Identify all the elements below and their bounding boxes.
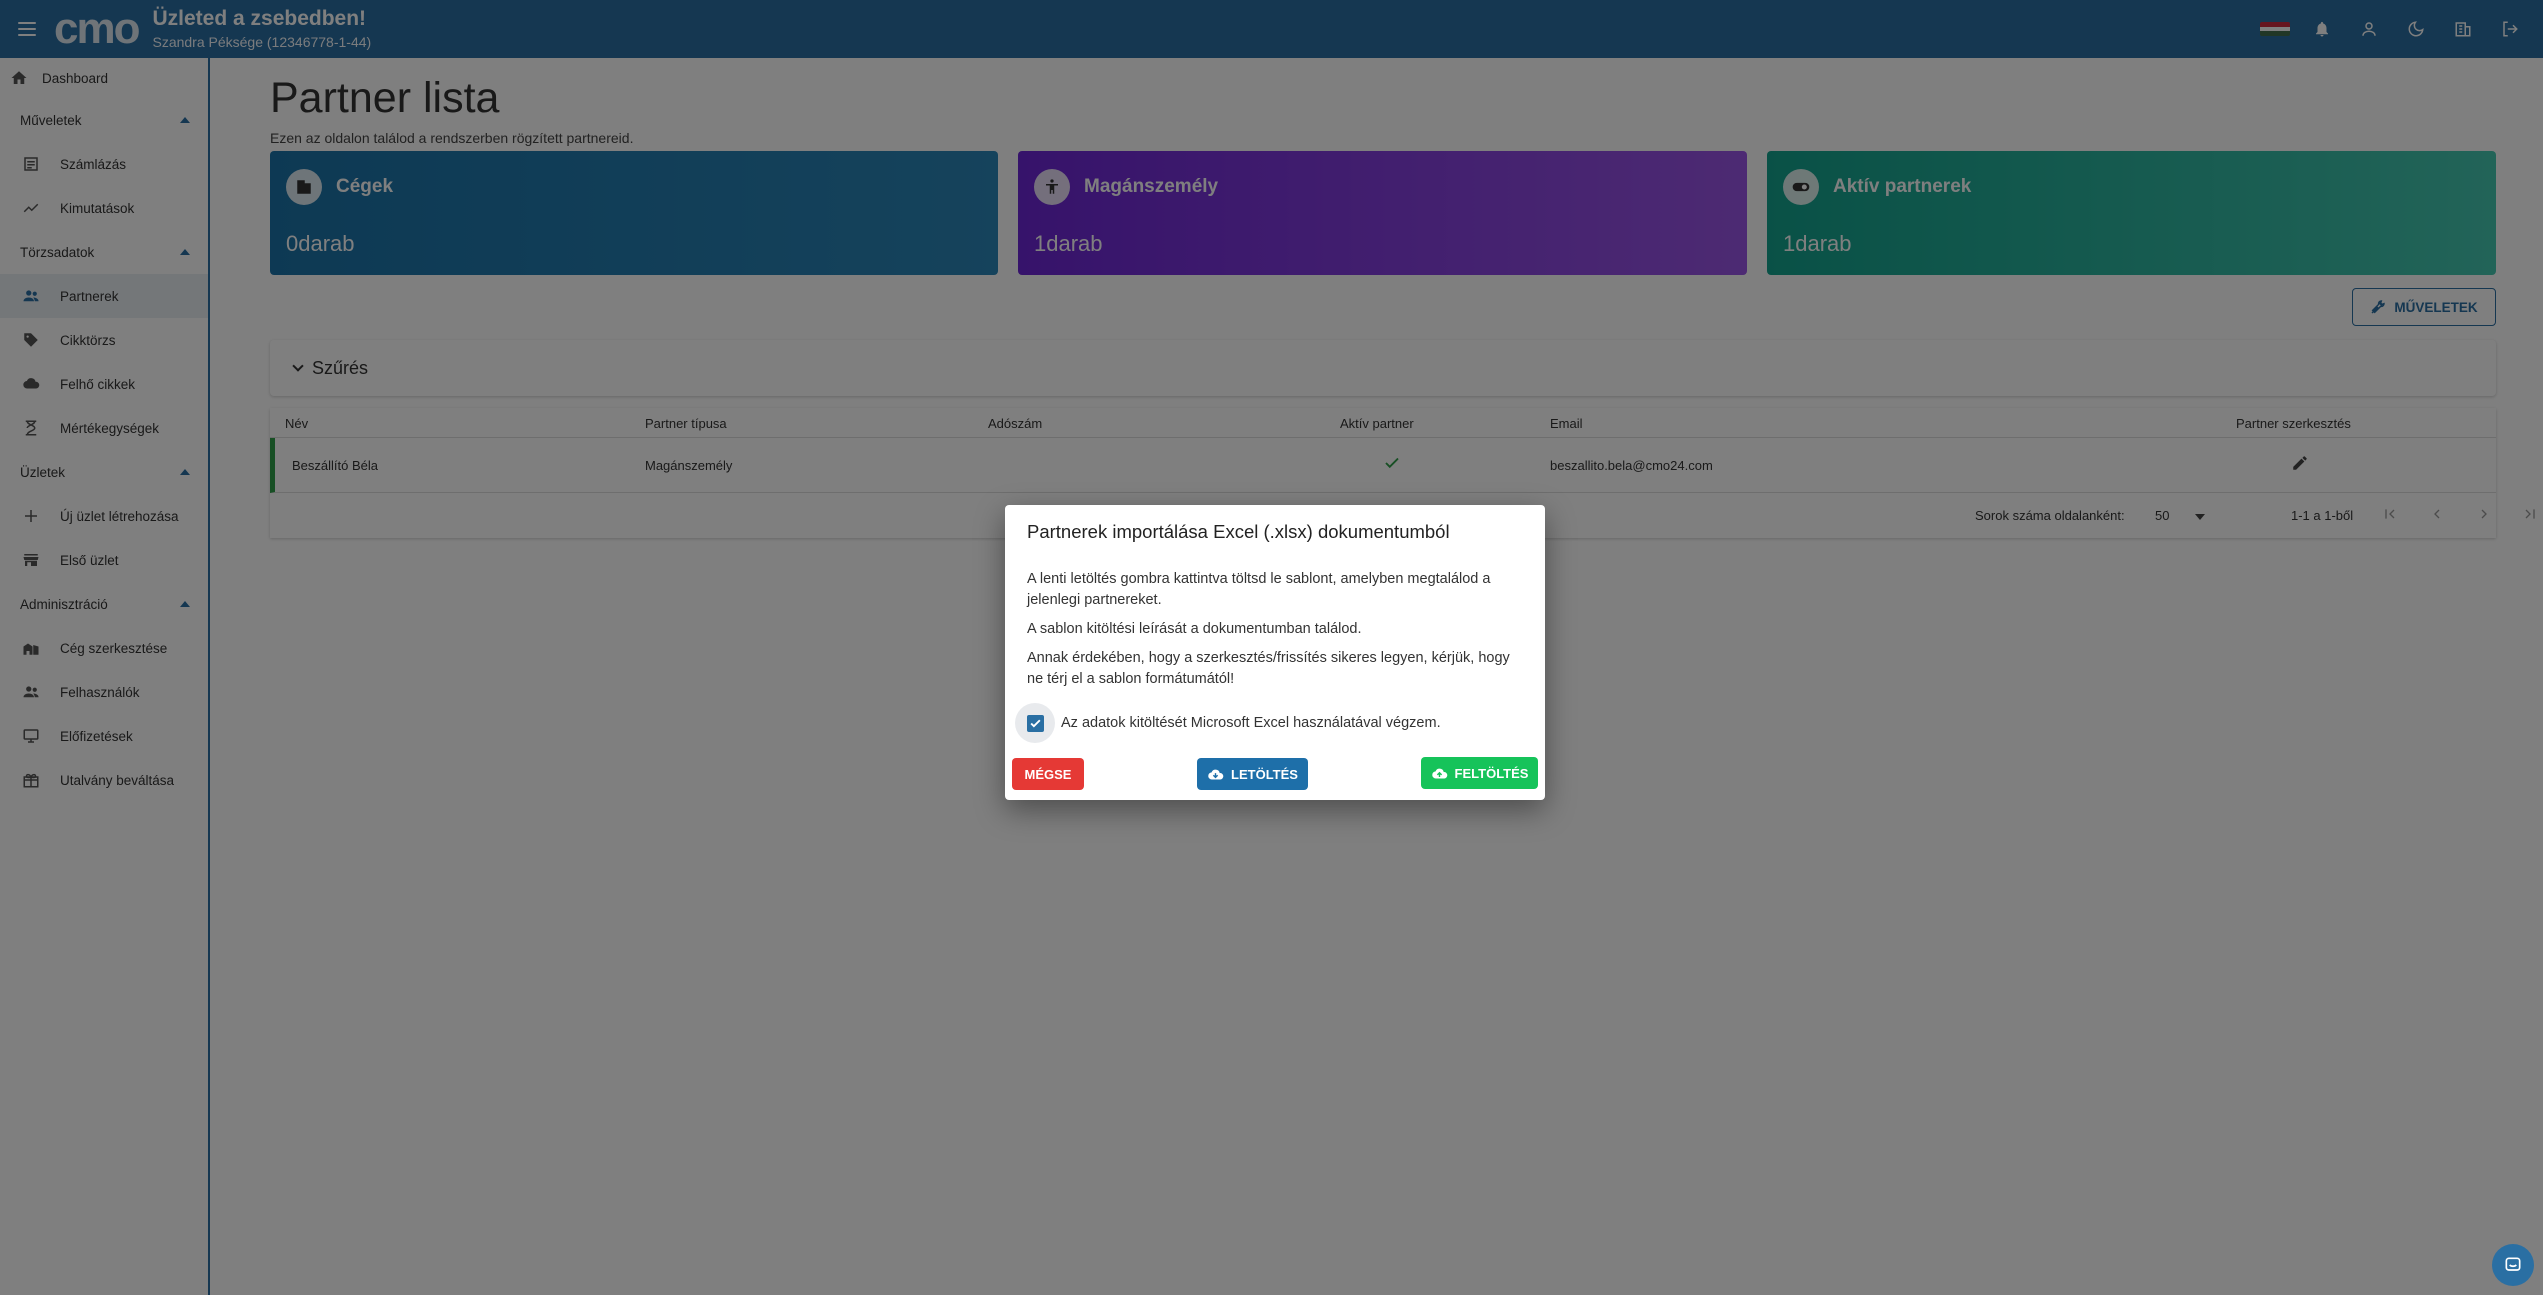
cancel-button[interactable]: MÉGSE xyxy=(1012,758,1084,790)
chat-icon xyxy=(2505,1257,2521,1271)
cancel-label: MÉGSE xyxy=(1024,766,1072,782)
import-dialog: Partnerek importálása Excel (.xlsx) doku… xyxy=(1005,505,1545,800)
chat-button[interactable] xyxy=(2492,1244,2534,1286)
excel-checkbox-label: Az adatok kitöltését Microsoft Excel has… xyxy=(1061,715,1441,731)
upload-button[interactable]: FELTÖLTÉS xyxy=(1421,757,1538,789)
download-label: LETÖLTÉS xyxy=(1231,766,1298,782)
dialog-paragraph-template: A sablon kitöltési leírását a dokumentum… xyxy=(1027,621,1362,637)
excel-checkbox-row[interactable]: Az adatok kitöltését Microsoft Excel has… xyxy=(1015,703,1441,743)
checkmark-icon xyxy=(1026,714,1044,732)
upload-label: FELTÖLTÉS xyxy=(1454,765,1529,781)
cloud-upload-icon xyxy=(1431,768,1447,778)
download-button[interactable]: LETÖLTÉS xyxy=(1197,758,1308,790)
dialog-paragraph-format: Annak érdekében, hogy a szerkesztés/fris… xyxy=(1027,650,1510,687)
excel-checkbox[interactable] xyxy=(1015,703,1055,743)
dialog-title: Partnerek importálása Excel (.xlsx) doku… xyxy=(1027,521,1450,542)
dialog-paragraph-download: A lenti letöltés gombra kattintva töltsd… xyxy=(1027,571,1491,608)
cloud-download-icon xyxy=(1208,769,1224,779)
